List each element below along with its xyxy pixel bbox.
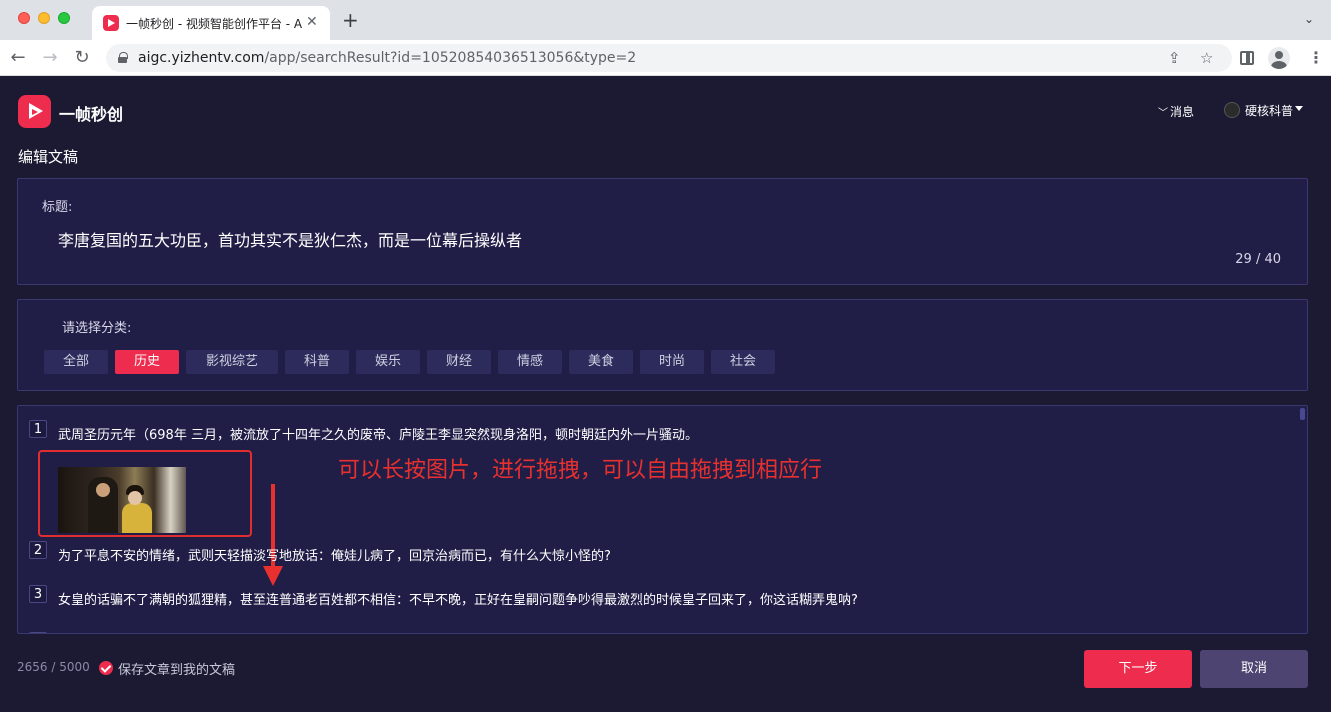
save-to-drafts-label[interactable]: 保存文章到我的文稿 <box>118 659 235 678</box>
new-tab-button[interactable]: + <box>342 9 359 31</box>
script-editor[interactable]: 1 武周圣历元年（698年 三月，被流放了十四年之久的废帝、庐陵王李显突然现身洛… <box>17 405 1308 634</box>
favicon-icon <box>103 15 119 31</box>
thumb-figure <box>128 491 142 505</box>
script-line-text[interactable]: 女皇的话骗不了满朝的狐狸精，甚至连普通老百姓都不相信：不早不晚，正好在皇嗣问题争… <box>58 589 858 608</box>
category-emotion[interactable]: 情感 <box>498 350 562 374</box>
category-finance[interactable]: 财经 <box>427 350 491 374</box>
arrow-head-icon <box>263 566 283 586</box>
category-science[interactable]: 科普 <box>285 350 349 374</box>
script-line-text[interactable]: 为了平息不安的情绪，武则天轻描淡写地放话：俺娃儿病了，回京治病而已，有什么大惊小… <box>58 545 611 564</box>
thumb-figure <box>122 503 152 533</box>
profile-icon[interactable] <box>1268 47 1290 69</box>
browser-tabbar: 一帧秒创 - 视频智能创作平台 - A ✕ + ⌄ <box>0 0 1331 40</box>
tab-title: 一帧秒创 - 视频智能创作平台 - A <box>126 17 303 31</box>
category-history[interactable]: 历史 <box>115 350 179 374</box>
category-fashion[interactable]: 时尚 <box>640 350 704 374</box>
logo-icon[interactable] <box>18 95 51 128</box>
caret-down-icon[interactable] <box>1295 106 1303 111</box>
browser-tab[interactable]: 一帧秒创 - 视频智能创作平台 - A ✕ <box>92 6 330 40</box>
page-title: 编辑文稿 <box>18 148 79 166</box>
draggable-image[interactable] <box>58 467 186 533</box>
line-number: 1 <box>29 420 47 438</box>
share-icon[interactable]: ⇪ <box>1168 49 1181 67</box>
app-root: 一帧秒创 ﹀ 消息 硬核科普 编辑文稿 标题: 李唐复国的五大功臣，首功其实不是狄… <box>0 76 1331 712</box>
star-icon[interactable]: ☆ <box>1200 49 1213 67</box>
close-window-button[interactable] <box>18 12 30 24</box>
line-number: 2 <box>29 541 47 559</box>
category-panel: 请选择分类: 全部 历史 影视综艺 科普 娱乐 财经 情感 美食 时尚 社会 <box>17 299 1308 391</box>
avatar[interactable] <box>1224 102 1240 118</box>
next-step-button[interactable]: 下一步 <box>1084 650 1192 688</box>
messages-label: 消息 <box>1170 105 1195 119</box>
tab-search-icon[interactable]: ⌄ <box>1304 12 1314 26</box>
url-host: aigc.yizhentv.com <box>138 50 265 66</box>
address-bar[interactable]: aigc.yizhentv.com/app/searchResult?id=10… <box>106 44 1232 72</box>
url-text[interactable]: aigc.yizhentv.com/app/searchResult?id=10… <box>138 50 636 66</box>
script-line-text[interactable]: 武周圣历元年（698年 三月，被流放了十四年之久的废帝、庐陵王李显突然现身洛阳，… <box>58 424 698 443</box>
side-panel-icon[interactable] <box>1240 51 1254 65</box>
line-number <box>29 632 47 633</box>
zoom-window-button[interactable] <box>58 12 70 24</box>
char-count: 2656 / 5000 <box>17 660 90 674</box>
chevron-down-icon: ﹀ <box>1158 108 1168 119</box>
scrollbar[interactable] <box>1300 408 1305 420</box>
tab-close-icon[interactable]: ✕ <box>306 14 318 30</box>
brand-name[interactable]: 一帧秒创 <box>59 101 123 125</box>
minimize-window-button[interactable] <box>38 12 50 24</box>
category-label: 请选择分类: <box>62 321 132 336</box>
category-food[interactable]: 美食 <box>569 350 633 374</box>
browser-toolbar: ← → ↻ aigc.yizhentv.com/app/searchResult… <box>0 40 1331 76</box>
category-all[interactable]: 全部 <box>44 350 108 374</box>
check-icon[interactable] <box>99 661 113 675</box>
title-char-counter: 29 / 40 <box>1235 252 1281 267</box>
forward-icon[interactable]: → <box>38 46 62 70</box>
user-name[interactable]: 硬核科普 <box>1245 102 1293 119</box>
category-film-variety[interactable]: 影视综艺 <box>186 350 278 374</box>
category-entertainment[interactable]: 娱乐 <box>356 350 420 374</box>
messages-menu[interactable]: ﹀ 消息 <box>1158 103 1194 120</box>
url-path: /app/searchResult?id=10520854036513056&t… <box>264 50 637 66</box>
title-panel: 标题: 李唐复国的五大功臣，首功其实不是狄仁杰，而是一位幕后操纵者 29 / 4… <box>17 178 1308 285</box>
lock-icon[interactable] <box>118 52 128 63</box>
title-label: 标题: <box>42 200 73 215</box>
back-icon[interactable]: ← <box>6 46 30 70</box>
annotation-text: 可以长按图片，进行拖拽，可以自由拖拽到相应行 <box>338 458 823 483</box>
category-society[interactable]: 社会 <box>711 350 775 374</box>
line-number: 3 <box>29 585 47 603</box>
reload-icon[interactable]: ↻ <box>70 46 94 70</box>
thumb-figure <box>96 483 110 497</box>
kebab-menu-icon[interactable]: ⋮ <box>1308 48 1324 68</box>
title-input[interactable]: 李唐复国的五大功臣，首功其实不是狄仁杰，而是一位幕后操纵者 <box>58 227 522 251</box>
cancel-button[interactable]: 取消 <box>1200 650 1308 688</box>
